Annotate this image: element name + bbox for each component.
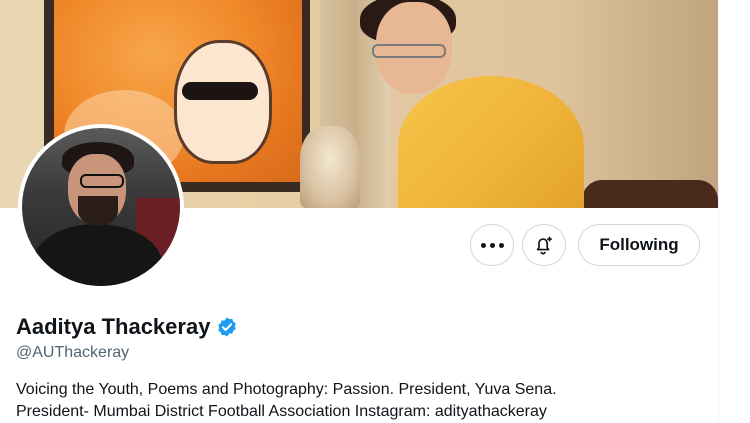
bio-line: Voicing the Youth, Poems and Photography… [16,381,557,398]
painting-face [174,40,272,164]
more-options-button[interactable] [470,224,514,266]
banner-chair [582,180,718,208]
banner-person-kurta [398,76,584,208]
more-horizontal-icon [480,242,504,248]
profile-handle: @AUThackeray [16,344,130,361]
bell-plus-icon [536,236,552,255]
following-button[interactable]: Following [578,224,700,266]
profile-avatar[interactable] [18,124,184,290]
banner-sculpture [300,126,360,208]
page-right-gutter [718,0,750,422]
verified-badge-icon[interactable] [216,316,238,338]
avatar-glasses [80,174,124,188]
notifications-button[interactable] [522,224,566,266]
profile-name-row: Aaditya Thackeray [16,312,238,342]
following-button-label: Following [599,235,679,254]
painting-glasses [182,82,258,100]
avatar-photo [22,128,180,286]
bio-line: President- Mumbai District Football Asso… [16,403,547,420]
avatar-beard [78,196,118,226]
banner-person-glasses [372,44,446,58]
profile-bio: Voicing the Youth, Poems and Photography… [16,379,716,423]
profile-display-name: Aaditya Thackeray [16,314,211,339]
